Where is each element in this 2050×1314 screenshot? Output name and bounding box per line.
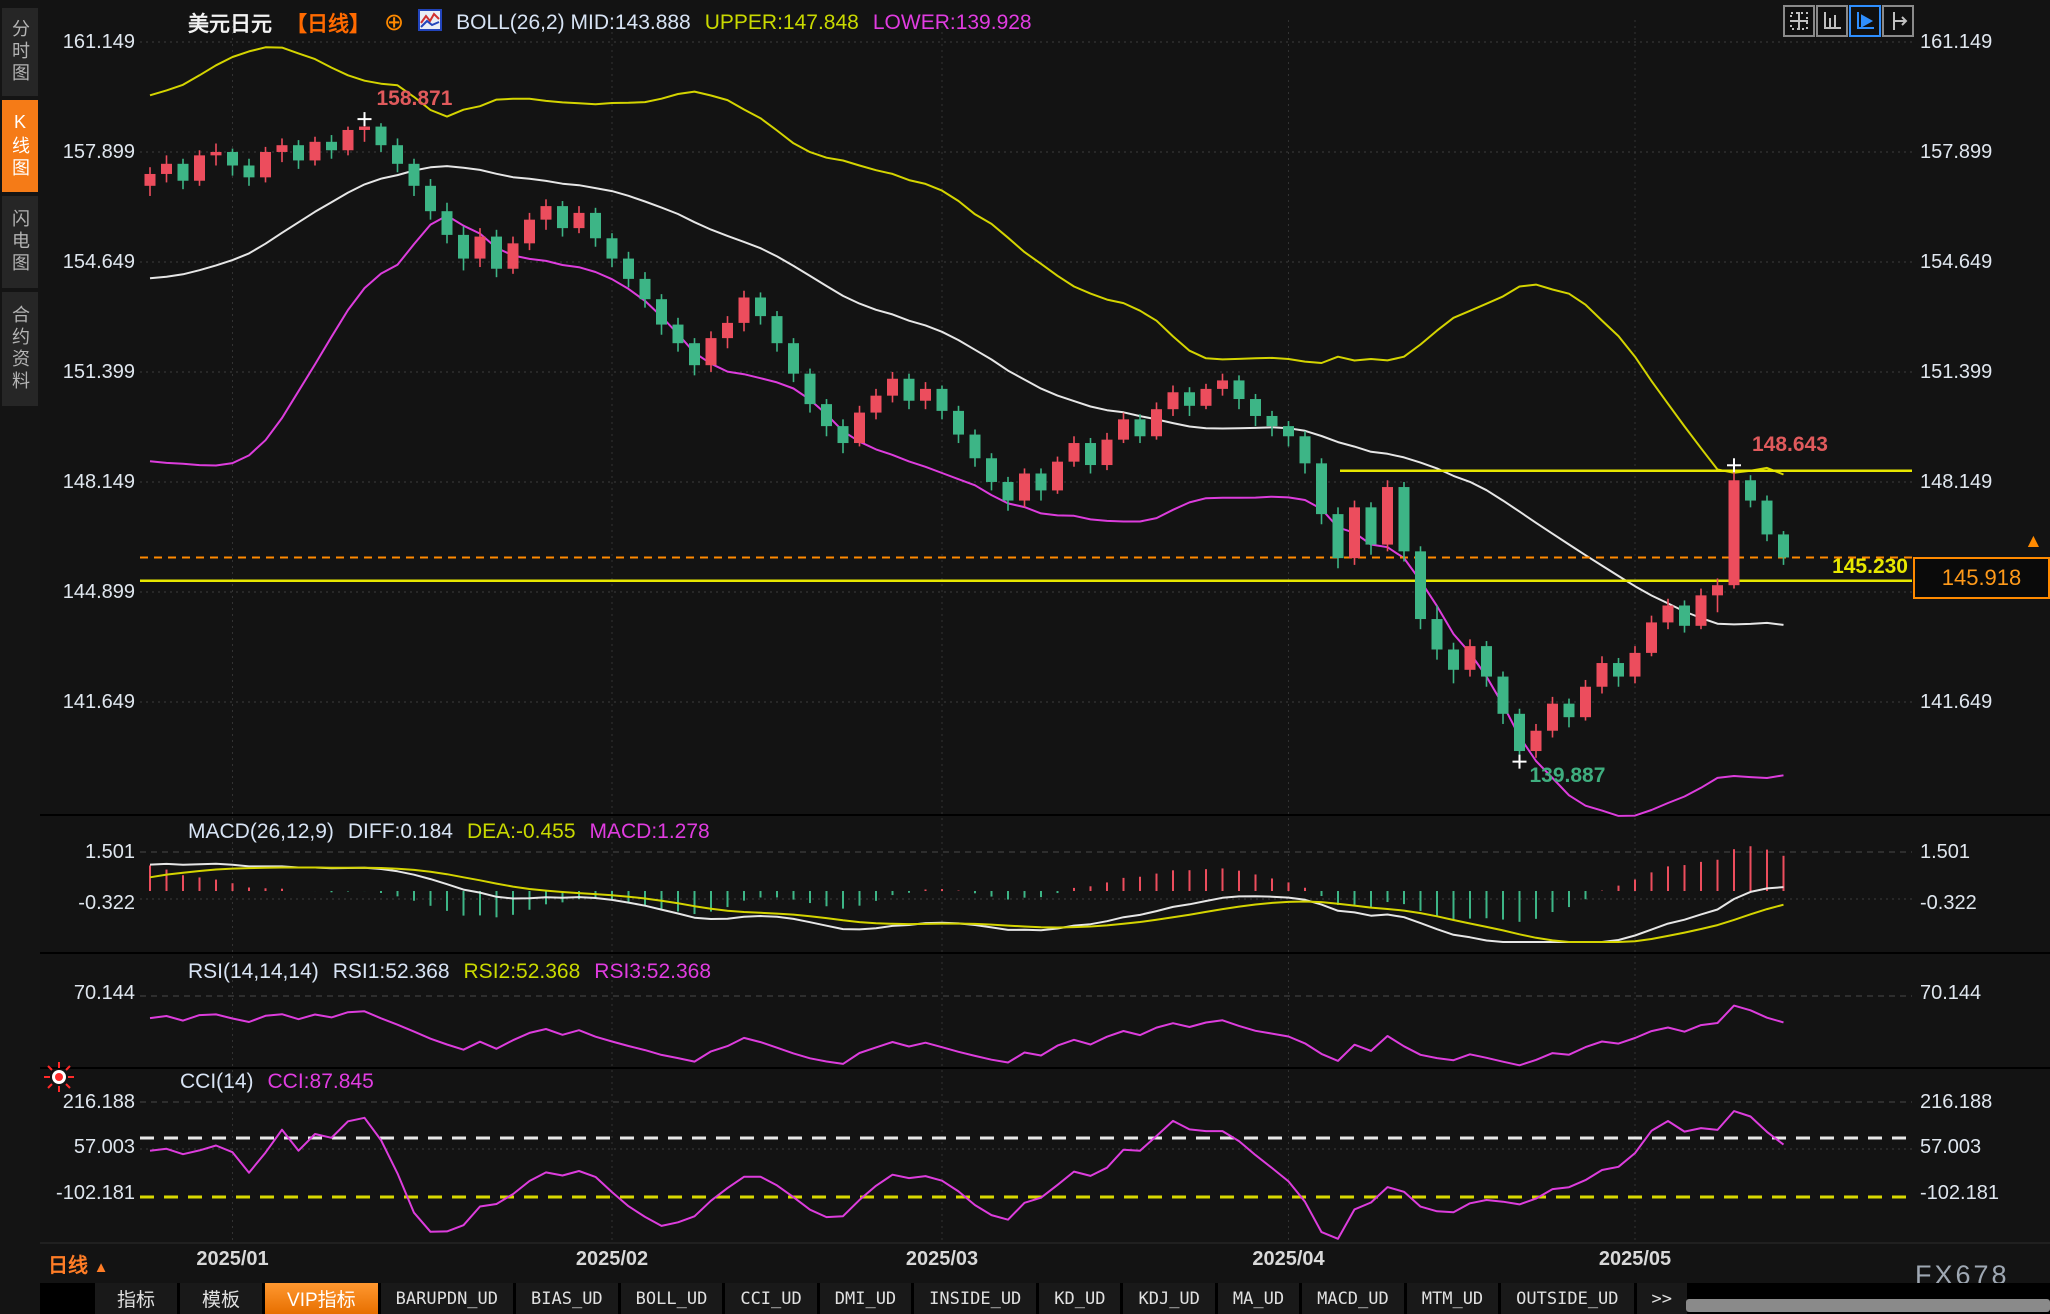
- boll-lower-value: LOWER:139.928: [873, 11, 1032, 35]
- axis-label: -102.181: [40, 1181, 135, 1205]
- boll-upper-value: UPPER:147.848: [705, 11, 859, 35]
- cci-title: CCI(14): [180, 1070, 254, 1094]
- sidebar-item-2[interactable]: K线图: [2, 100, 38, 192]
- cci-value: CCI:87.845: [268, 1070, 374, 1094]
- caret-up-icon: ▲: [94, 1259, 109, 1276]
- rsi2-value: RSI2:52.368: [464, 960, 581, 984]
- time-axis-label: 2025/02: [576, 1248, 648, 1271]
- axis-label: 57.003: [1920, 1135, 1981, 1159]
- axis-label: 151.399: [1920, 360, 1992, 384]
- toolbar-tab-bias_ud[interactable]: BIAS_UD: [516, 1283, 618, 1314]
- time-axis-label: 2025/04: [1252, 1248, 1324, 1271]
- main-chart-legend: 美元日元 【日线】 ⊕ BOLL(26,2) MID:143.888 UPPER…: [188, 8, 1032, 38]
- time-axis-label: 2025/03: [906, 1248, 978, 1271]
- axis-label: -0.322: [40, 891, 135, 915]
- axis-label: -0.322: [1920, 891, 1977, 915]
- axis-label: 1.501: [40, 840, 135, 864]
- axis-label: 151.399: [40, 360, 135, 384]
- boll-mid-value: BOLL(26,2) MID:143.888: [456, 11, 691, 35]
- axis-label: 161.149: [1920, 30, 1992, 54]
- toolbar-tab-vip[interactable]: VIP指标: [265, 1283, 378, 1314]
- rsi3-value: RSI3:52.368: [594, 960, 711, 984]
- cci-legend: CCI(14) CCI:87.845: [180, 1070, 374, 1094]
- axis-shift-button[interactable]: [1882, 5, 1914, 37]
- low-price-label: 139.887: [1530, 764, 1606, 788]
- rsi1-value: RSI1:52.368: [333, 960, 450, 984]
- axis-label: 216.188: [1920, 1090, 1992, 1114]
- move-tool-button[interactable]: [1783, 5, 1815, 37]
- time-axis-label: 2025/01: [196, 1248, 268, 1271]
- axis-label: 1.501: [1920, 840, 1970, 864]
- time-axis-label: 2025/05: [1599, 1248, 1671, 1271]
- sidebar-item-3[interactable]: 闪电图: [2, 196, 38, 288]
- toolbar-tab-boll_ud[interactable]: BOLL_UD: [621, 1283, 723, 1314]
- toolbar-tab-cci_ud[interactable]: CCI_UD: [725, 1283, 816, 1314]
- rsi-title: RSI(14,14,14): [188, 960, 319, 984]
- axis-label: 148.149: [40, 470, 135, 494]
- candlestick-chart-canvas[interactable]: [0, 0, 2050, 1314]
- tab-scrollbar[interactable]: [1686, 1299, 2050, 1312]
- period-selector[interactable]: 日线 ▲: [48, 1249, 108, 1278]
- toolbar-tab-kd_ud[interactable]: KD_UD: [1039, 1283, 1120, 1314]
- high-price-label: 158.871: [377, 87, 453, 111]
- level-line-label: 145.230: [1832, 555, 1908, 579]
- axis-label: 154.649: [40, 250, 135, 274]
- axis-label: 148.149: [1920, 470, 1992, 494]
- axis-chart-button[interactable]: [1816, 5, 1848, 37]
- axis-label: 154.649: [1920, 250, 1992, 274]
- axis-label: 157.899: [40, 140, 135, 164]
- symbol-title: 美元日元: [188, 8, 272, 38]
- axis-label: 161.149: [40, 30, 135, 54]
- macd-diff-value: DIFF:0.184: [348, 820, 453, 844]
- chart-type-sidebar: 分时图 K线图闪电图合约资料: [0, 0, 40, 1314]
- axis-label: 70.144: [40, 981, 135, 1005]
- last-price-axis-box: 145.918: [1913, 557, 2050, 599]
- toolbar-tab-inside_ud[interactable]: INSIDE_UD: [914, 1283, 1036, 1314]
- axis-label: 70.144: [1920, 981, 1981, 1005]
- toolbar-tab-outside_ud[interactable]: OUTSIDE_UD: [1501, 1283, 1633, 1314]
- axis-label: 144.899: [40, 580, 135, 604]
- axis-label: 57.003: [40, 1135, 135, 1159]
- rsi-legend: RSI(14,14,14) RSI1:52.368 RSI2:52.368 RS…: [188, 960, 711, 984]
- axis-label: 157.899: [1920, 140, 1992, 164]
- axis-label: -102.181: [1920, 1181, 1999, 1205]
- toolbar-tab-dmi_ud[interactable]: DMI_UD: [820, 1283, 911, 1314]
- macd-macd-value: MACD:1.278: [590, 820, 710, 844]
- sidebar-item-1[interactable]: 分时图: [2, 8, 38, 96]
- macd-legend: MACD(26,12,9) DIFF:0.184 DEA:-0.455 MACD…: [188, 820, 710, 844]
- toolbar-tab-barupdn_ud[interactable]: BARUPDN_UD: [381, 1283, 513, 1314]
- toolbar-tab-[interactable]: 模板: [180, 1283, 262, 1314]
- toolbar-tab-macd_ud[interactable]: MACD_UD: [1302, 1283, 1404, 1314]
- sidebar-item-4[interactable]: 合约资料: [2, 292, 38, 406]
- axis-label: 141.649: [40, 690, 135, 714]
- toolbar-tab-[interactable]: 指标: [95, 1283, 177, 1314]
- macd-title: MACD(26,12,9): [188, 820, 334, 844]
- trading-app: 分时图 K线图闪电图合约资料 美元日元 【日线】 ⊕ BOLL(26,2) MID…: [0, 0, 2050, 1314]
- price-up-arrow-icon: ▲: [2024, 534, 2043, 550]
- macd-dea-value: DEA:-0.455: [467, 820, 576, 844]
- mini-chart-icon[interactable]: [418, 9, 442, 38]
- add-indicator-icon[interactable]: ⊕: [384, 13, 404, 33]
- period-tag: 【日线】: [286, 8, 370, 38]
- toolbar-tab-ma_ud[interactable]: MA_UD: [1218, 1283, 1299, 1314]
- recent-high-label: 148.643: [1752, 433, 1828, 457]
- toolbar-tab-[interactable]: >>: [1637, 1283, 1687, 1314]
- axis-label: 141.649: [1920, 690, 1992, 714]
- toolbar-tab-kdj_ud[interactable]: KDJ_UD: [1123, 1283, 1214, 1314]
- toolbar-tab-mtm_ud[interactable]: MTM_UD: [1407, 1283, 1498, 1314]
- live-indicator-icon: [42, 1060, 76, 1099]
- axis-chart-active-button[interactable]: [1849, 5, 1881, 37]
